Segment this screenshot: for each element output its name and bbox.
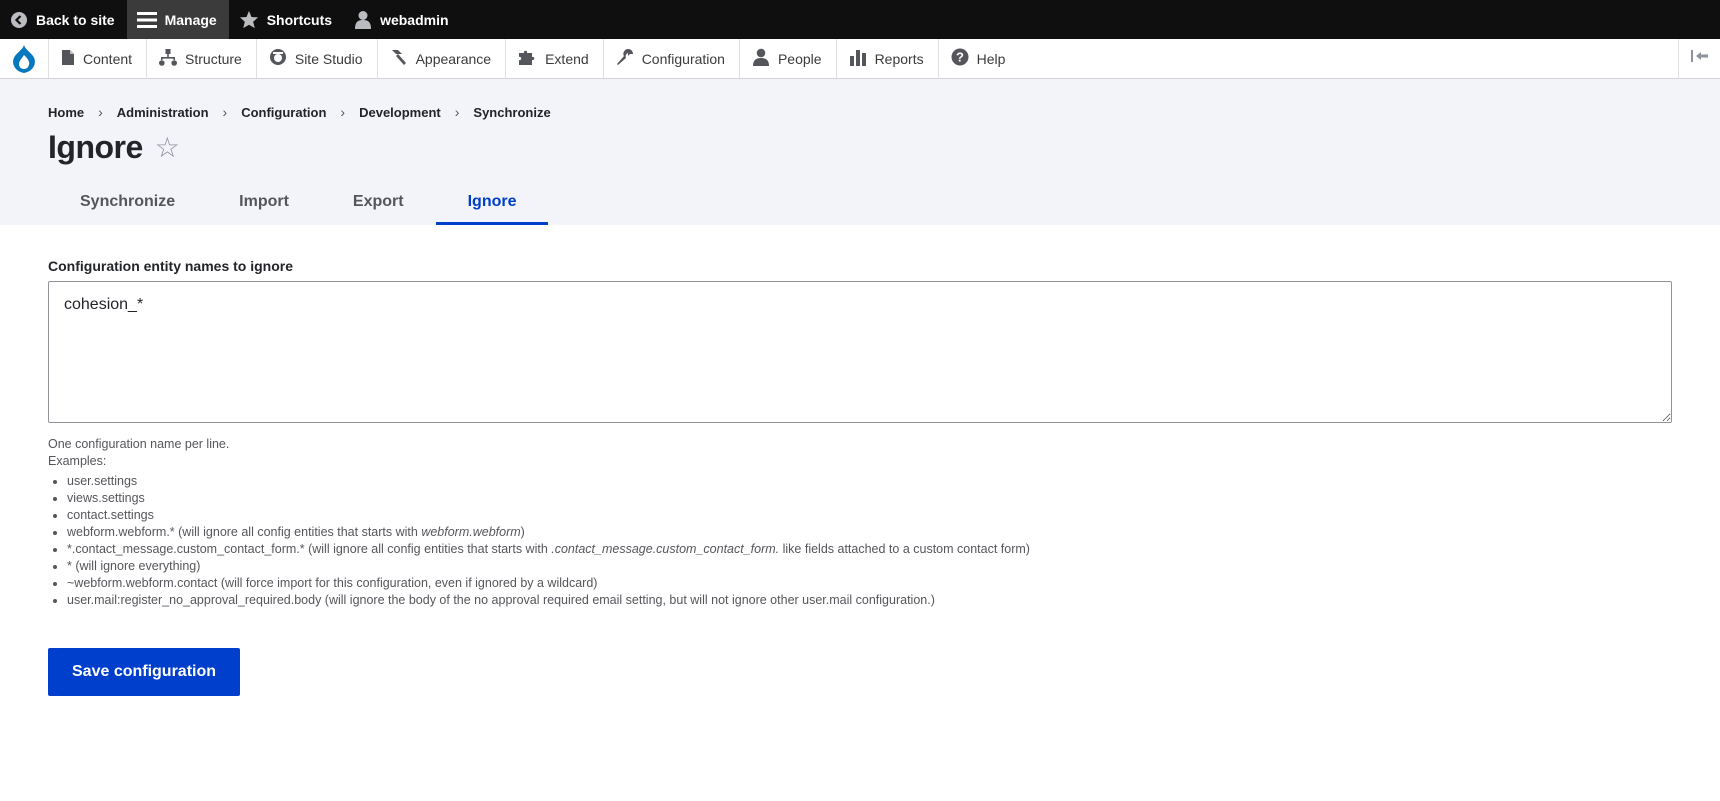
menu-extend[interactable]: Extend	[505, 39, 603, 78]
wrench-icon	[616, 48, 634, 69]
chevron-right-icon: ›	[222, 104, 228, 120]
menu-help-label: Help	[976, 50, 1006, 67]
page-header: Home › Administration › Configuration › …	[0, 79, 1720, 225]
toggle-orientation-button[interactable]	[1678, 39, 1720, 78]
manage-tab[interactable]: Manage	[126, 0, 229, 39]
user-icon	[354, 10, 372, 29]
paint-icon	[390, 48, 408, 69]
back-to-site-label: Back to site	[36, 11, 115, 28]
back-arrow-icon	[10, 11, 28, 29]
star-icon	[239, 10, 259, 29]
menu-people[interactable]: People	[738, 39, 836, 78]
breadcrumb-administration[interactable]: Administration	[117, 105, 209, 120]
help-icon: ?	[951, 48, 969, 69]
example-item: *.contact_message.custom_contact_form.* …	[67, 541, 1672, 558]
example-item: webform.webform.* (will ignore all confi…	[67, 524, 1672, 541]
save-configuration-button[interactable]: Save configuration	[48, 648, 241, 696]
shortcut-star-icon[interactable]: ☆	[155, 133, 180, 162]
chevron-right-icon: ›	[340, 104, 346, 120]
admin-menu: Content Structure Site Studio Appearance…	[0, 39, 1720, 79]
shortcuts-tab[interactable]: Shortcuts	[229, 0, 344, 39]
tab-export[interactable]: Export	[321, 191, 436, 225]
file-icon	[61, 49, 75, 69]
breadcrumb-configuration[interactable]: Configuration	[241, 105, 326, 120]
svg-text:?: ?	[956, 50, 964, 65]
breadcrumb: Home › Administration › Configuration › …	[48, 79, 1672, 120]
hamburger-icon	[136, 11, 157, 29]
sitemap-icon	[159, 48, 178, 69]
example-item: user.settings	[67, 473, 1672, 490]
tab-ignore[interactable]: Ignore	[435, 191, 549, 225]
breadcrumb-development[interactable]: Development	[359, 105, 441, 120]
menu-configuration-label: Configuration	[641, 50, 725, 67]
collapse-left-icon	[1690, 49, 1709, 68]
tab-synchronize[interactable]: Synchronize	[48, 191, 207, 225]
back-to-site-link[interactable]: Back to site	[0, 0, 127, 39]
main-content: Configuration entity names to ignore coh…	[0, 225, 1720, 696]
example-item: user.mail:register_no_approval_required.…	[67, 592, 1672, 609]
tab-import[interactable]: Import	[207, 191, 321, 225]
bar-chart-icon	[849, 48, 867, 69]
page-title: Ignore	[48, 129, 143, 165]
example-item: contact.settings	[67, 507, 1672, 524]
menu-people-label: People	[777, 50, 822, 67]
person-icon	[752, 48, 770, 69]
description-line: One configuration name per line.	[48, 437, 230, 451]
example-item: views.settings	[67, 490, 1672, 507]
menu-reports-label: Reports	[874, 50, 924, 67]
primary-tabs: Synchronize Import Export Ignore	[48, 191, 549, 225]
menu-help[interactable]: ? Help	[937, 39, 1020, 78]
breadcrumb-home[interactable]: Home	[48, 105, 84, 120]
menu-content-label: Content	[83, 50, 133, 67]
menu-configuration[interactable]: Configuration	[602, 39, 739, 78]
description-line: Examples:	[48, 454, 107, 468]
example-item: ~webform.webform.contact (will force imp…	[67, 575, 1672, 592]
site-studio-icon	[269, 48, 287, 69]
shortcuts-label: Shortcuts	[266, 11, 333, 28]
menu-appearance-label: Appearance	[415, 50, 492, 67]
menu-appearance[interactable]: Appearance	[376, 39, 506, 78]
toolbar-bar: Back to site Manage Shortcuts webadmin	[0, 0, 1720, 39]
menu-reports[interactable]: Reports	[835, 39, 938, 78]
field-description: One configuration name per line. Example…	[48, 436, 1672, 609]
menu-extend-label: Extend	[545, 50, 589, 67]
breadcrumb-synchronize[interactable]: Synchronize	[473, 105, 550, 120]
menu-site-studio-label: Site Studio	[294, 50, 363, 67]
drupal-logo-icon[interactable]	[0, 39, 48, 78]
ignore-config-textarea[interactable]: cohesion_*	[48, 281, 1672, 423]
examples-list: user.settings views.settings contact.set…	[48, 473, 1672, 609]
puzzle-icon	[518, 48, 537, 69]
menu-structure-label: Structure	[185, 50, 242, 67]
user-label: webadmin	[380, 11, 449, 28]
manage-label: Manage	[164, 11, 217, 28]
example-item: * (will ignore everything)	[67, 558, 1672, 575]
ignore-field-label: Configuration entity names to ignore	[48, 258, 294, 274]
chevron-right-icon: ›	[98, 104, 103, 120]
title-row: Ignore ☆	[48, 129, 1672, 166]
menu-content[interactable]: Content	[48, 39, 146, 78]
user-menu-tab[interactable]: webadmin	[344, 0, 460, 39]
menu-structure[interactable]: Structure	[146, 39, 256, 78]
menu-site-studio[interactable]: Site Studio	[255, 39, 377, 78]
chevron-right-icon: ›	[454, 104, 460, 120]
